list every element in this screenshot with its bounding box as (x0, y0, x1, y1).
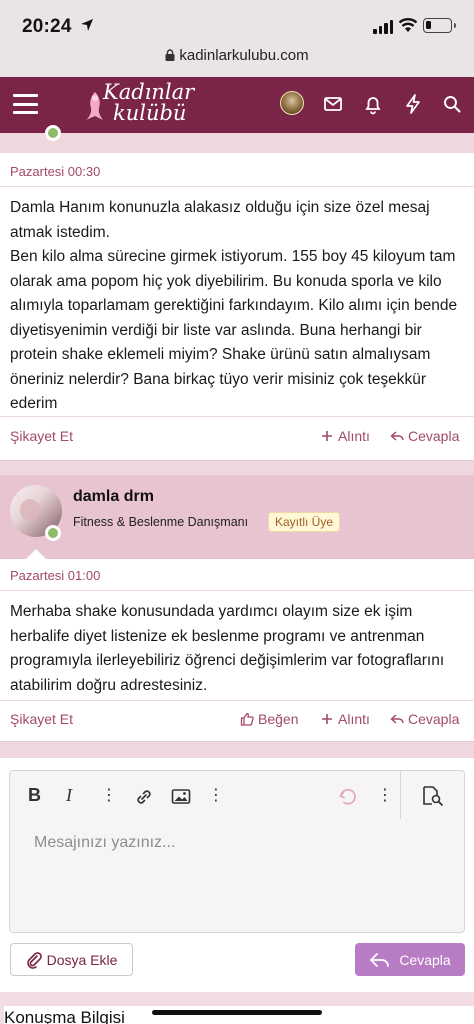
post-divider (0, 590, 474, 591)
attach-file-button[interactable]: Dosya Ekle (10, 943, 133, 976)
online-status-icon (45, 125, 61, 141)
user-badge: Kayıtlı Üye (268, 512, 341, 532)
quote-label: Alıntı (338, 711, 370, 727)
quote-button[interactable]: Alıntı (320, 428, 370, 444)
report-label: Şikayet Et (10, 711, 74, 727)
url-text: kadinlarkulubu.com (179, 47, 309, 64)
like-button[interactable]: Beğen (240, 711, 298, 727)
reply-label: Cevapla (408, 428, 460, 444)
editor-toolbar: B I ⋮ ⋮ ⋮ (10, 771, 464, 819)
post-divider (0, 700, 474, 701)
reply-arrow-icon (390, 431, 404, 441)
post-header-strip (0, 133, 474, 155)
reply-label: Cevapla (408, 711, 460, 727)
more-vertical-icon[interactable]: ⋮ (208, 785, 224, 805)
account-avatar[interactable] (280, 91, 304, 115)
toolbar-separator (400, 771, 401, 819)
mail-icon[interactable] (322, 93, 344, 115)
status-time: 20:24 (22, 16, 72, 37)
italic-icon[interactable]: I (66, 785, 72, 806)
undo-icon[interactable] (338, 787, 358, 807)
site-logo[interactable]: Kadınlar kulübü (83, 82, 195, 128)
wifi-icon (398, 18, 418, 32)
thumbs-up-icon (240, 712, 254, 726)
search-icon[interactable] (441, 93, 463, 115)
post-date[interactable]: Pazartesi 01:00 (10, 568, 100, 583)
battery-icon (423, 18, 456, 33)
reply-button[interactable]: Cevapla (390, 428, 459, 444)
section-title: Konuşma Bilgisi (4, 1006, 474, 1024)
report-button[interactable]: Şikayet Et (10, 711, 73, 727)
report-button[interactable]: Şikayet Et (10, 428, 73, 444)
browser-chrome: 20:24 kadinlarkulubu.com (0, 0, 474, 77)
reply-arrow-icon (390, 714, 404, 724)
post-pointer (26, 549, 46, 559)
bolt-icon[interactable] (402, 93, 424, 115)
submit-reply-label: Cevapla (399, 951, 451, 968)
report-label: Şikayet Et (10, 428, 74, 444)
cellular-signal-icon (373, 20, 393, 34)
online-status-icon (45, 525, 61, 541)
lock-icon (165, 49, 175, 61)
plus-icon (322, 431, 332, 441)
logo-text-line2: kulübü (113, 101, 187, 125)
more-vertical-icon[interactable]: ⋮ (377, 785, 393, 805)
like-label: Beğen (258, 711, 299, 727)
preview-icon[interactable] (421, 785, 445, 807)
bell-icon[interactable] (362, 93, 384, 115)
user-title: Fitness & Beslenme Danışmanı (73, 515, 249, 529)
image-icon[interactable] (171, 788, 191, 806)
home-indicator (152, 1010, 322, 1015)
submit-reply-button[interactable]: Cevapla (355, 943, 465, 976)
quote-button[interactable]: Alıntı (320, 711, 370, 727)
post-body: Damla Hanım konunuzla alakasız olduğu iç… (10, 199, 458, 412)
message-editor[interactable]: B I ⋮ ⋮ ⋮ Mesajınızı yazınız... (9, 770, 465, 933)
location-arrow-icon (81, 19, 93, 31)
more-vertical-icon[interactable]: ⋮ (101, 785, 117, 805)
link-icon[interactable] (134, 787, 154, 807)
post-username[interactable]: damla drm (73, 488, 154, 506)
post-separator (0, 461, 474, 475)
reply-arrow-icon (370, 952, 390, 967)
address-bar[interactable]: kadinlarkulubu.com (0, 47, 474, 64)
paperclip-icon (26, 951, 42, 969)
post-date[interactable]: Pazartesi 00:30 (10, 164, 100, 179)
menu-icon[interactable] (13, 94, 38, 114)
message-input-placeholder: Mesajınızı yazınız... (34, 834, 176, 851)
post-divider (0, 186, 474, 187)
reply-button[interactable]: Cevapla (390, 711, 459, 727)
bold-icon[interactable]: B (28, 785, 41, 806)
post-separator (0, 742, 474, 758)
attach-file-label: Dosya Ekle (46, 951, 118, 968)
plus-icon (322, 714, 332, 724)
site-header: Kadınlar kulübü (0, 77, 474, 133)
post-divider (0, 416, 474, 417)
quote-label: Alıntı (338, 428, 370, 444)
post-body: Merhaba shake konusundada yardımcı olayı… (10, 603, 445, 694)
